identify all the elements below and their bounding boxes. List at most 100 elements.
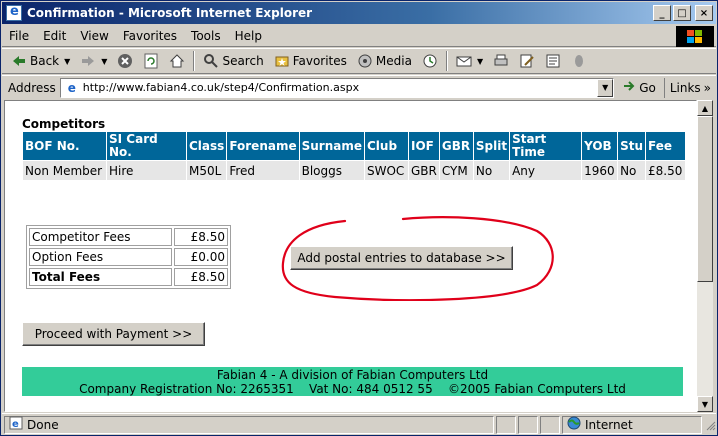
mail-button[interactable]: ▼ bbox=[451, 50, 488, 72]
zone-label: Internet bbox=[585, 417, 633, 432]
favorites-icon bbox=[274, 53, 290, 69]
total-fees-value: £8.50 bbox=[174, 268, 228, 286]
footer-registration-line: Company Registration No: 2265351 Vat No:… bbox=[79, 382, 626, 396]
competitor-fees-value: £8.50 bbox=[174, 228, 228, 246]
status-text: Done bbox=[27, 417, 59, 432]
column-header: Fee bbox=[645, 131, 686, 161]
table-cell: GBR bbox=[408, 160, 440, 181]
fees-table: Competitor Fees £8.50 Option Fees £0.00 … bbox=[26, 225, 231, 289]
messenger-button[interactable] bbox=[566, 50, 592, 72]
status-cell bbox=[540, 415, 560, 434]
page-footer: Fabian 4 - A division of Fabian Computer… bbox=[22, 367, 683, 396]
discuss-icon bbox=[545, 53, 561, 69]
scroll-thumb[interactable] bbox=[697, 116, 713, 282]
table-cell: £8.50 bbox=[645, 160, 686, 181]
status-main: e Done bbox=[4, 415, 494, 434]
column-header: Forename bbox=[226, 131, 300, 161]
media-button[interactable]: Media bbox=[352, 50, 417, 72]
edit-icon bbox=[519, 53, 535, 69]
competitors-heading: Competitors bbox=[22, 117, 106, 131]
search-icon bbox=[203, 53, 219, 69]
table-row: Non Member Hire M50L Fred Bloggs SWOC GB… bbox=[22, 160, 686, 181]
column-header: Surname bbox=[298, 131, 366, 161]
title-bar: Confirmation - Microsoft Internet Explor… bbox=[2, 2, 716, 24]
back-arrow-icon bbox=[11, 53, 27, 69]
table-cell: No bbox=[472, 160, 511, 181]
add-postal-entries-button[interactable]: Add postal entries to database >> bbox=[290, 246, 513, 270]
column-header: Class bbox=[185, 131, 228, 161]
page-icon: e bbox=[67, 80, 76, 95]
menu-help[interactable]: Help bbox=[228, 29, 269, 43]
go-arrow-icon bbox=[622, 79, 636, 96]
column-header: YOB bbox=[581, 131, 619, 161]
media-icon bbox=[357, 53, 373, 69]
proceed-with-payment-button[interactable]: Proceed with Payment >> bbox=[22, 322, 205, 346]
home-button[interactable] bbox=[164, 50, 190, 72]
back-button[interactable]: Back ▼ bbox=[6, 50, 75, 72]
stop-icon bbox=[117, 53, 133, 69]
favorites-label: Favorites bbox=[292, 54, 347, 68]
menu-bar: File Edit View Favorites Tools Help bbox=[2, 25, 716, 47]
media-label: Media bbox=[375, 54, 412, 68]
links-button[interactable]: Links » bbox=[663, 77, 716, 98]
menu-file[interactable]: File bbox=[2, 29, 36, 43]
discuss-button[interactable] bbox=[540, 50, 566, 72]
favorites-button[interactable]: Favorites bbox=[269, 50, 352, 72]
svg-text:e: e bbox=[12, 419, 19, 430]
scroll-up-button[interactable]: ▲ bbox=[697, 100, 713, 116]
page-content: Competitors BOF No. SI Card No. Class Fo… bbox=[4, 100, 697, 412]
table-cell: SWOC bbox=[364, 160, 409, 181]
total-fees-label: Total Fees bbox=[29, 268, 172, 286]
fee-row-option: Option Fees £0.00 bbox=[29, 248, 228, 266]
table-cell: M50L bbox=[185, 160, 228, 181]
menu-favorites[interactable]: Favorites bbox=[116, 29, 184, 43]
table-header-row: BOF No. SI Card No. Class Forename Surna… bbox=[22, 131, 686, 161]
table-cell: Hire bbox=[106, 160, 187, 181]
table-cell: Any bbox=[509, 160, 583, 181]
fee-row-competitor: Competitor Fees £8.50 bbox=[29, 228, 228, 246]
close-button[interactable]: × bbox=[695, 5, 713, 21]
edit-button[interactable] bbox=[514, 50, 540, 72]
column-header: Start Time bbox=[509, 131, 583, 161]
scroll-down-button[interactable]: ▼ bbox=[697, 396, 713, 412]
go-button[interactable]: Go bbox=[614, 79, 664, 96]
maximize-button[interactable]: □ bbox=[673, 5, 691, 21]
stop-button[interactable] bbox=[112, 50, 138, 72]
status-cell bbox=[496, 415, 516, 434]
search-button[interactable]: Search bbox=[198, 50, 268, 72]
menu-tools[interactable]: Tools bbox=[184, 29, 228, 43]
fee-row-total: Total Fees £8.50 bbox=[29, 268, 228, 286]
column-header: SI Card No. bbox=[106, 131, 187, 161]
resize-grip-icon[interactable] bbox=[704, 419, 716, 431]
column-header: BOF No. bbox=[22, 131, 107, 161]
address-input[interactable]: e http://www.fabian4.co.uk/step4/Confirm… bbox=[59, 77, 615, 98]
security-zone: Internet bbox=[562, 415, 702, 434]
print-button[interactable] bbox=[488, 50, 514, 72]
option-fees-value: £0.00 bbox=[174, 248, 228, 266]
messenger-icon bbox=[571, 53, 587, 69]
mail-icon bbox=[456, 53, 472, 69]
forward-arrow-icon bbox=[80, 53, 96, 69]
chevron-down-icon[interactable]: ▼ bbox=[64, 57, 70, 66]
menu-edit[interactable]: Edit bbox=[36, 29, 73, 43]
footer-company-line: Fabian 4 - A division of Fabian Computer… bbox=[216, 368, 489, 382]
chevron-down-icon[interactable]: ▼ bbox=[597, 78, 614, 97]
column-header: Club bbox=[364, 131, 409, 161]
address-bar: Address e http://www.fabian4.co.uk/step4… bbox=[2, 75, 716, 99]
ie-window: Confirmation - Microsoft Internet Explor… bbox=[0, 0, 718, 436]
menu-view[interactable]: View bbox=[73, 29, 115, 43]
competitors-table: BOF No. SI Card No. Class Forename Surna… bbox=[22, 131, 686, 181]
refresh-button[interactable] bbox=[138, 50, 164, 72]
home-icon bbox=[169, 53, 185, 69]
forward-button[interactable]: ▼ bbox=[75, 50, 112, 72]
go-label: Go bbox=[639, 80, 656, 95]
vertical-scrollbar[interactable]: ▲ ▼ bbox=[697, 100, 713, 412]
table-cell: Fred bbox=[226, 160, 300, 181]
address-url[interactable]: http://www.fabian4.co.uk/step4/Confirmat… bbox=[83, 81, 597, 94]
history-button[interactable] bbox=[417, 50, 443, 72]
toolbar-separator bbox=[193, 51, 196, 71]
minimize-button[interactable]: _ bbox=[653, 5, 671, 21]
chevron-down-icon[interactable]: ▼ bbox=[477, 57, 483, 66]
chevron-down-icon[interactable]: ▼ bbox=[101, 57, 107, 66]
table-cell: Non Member bbox=[22, 160, 107, 181]
